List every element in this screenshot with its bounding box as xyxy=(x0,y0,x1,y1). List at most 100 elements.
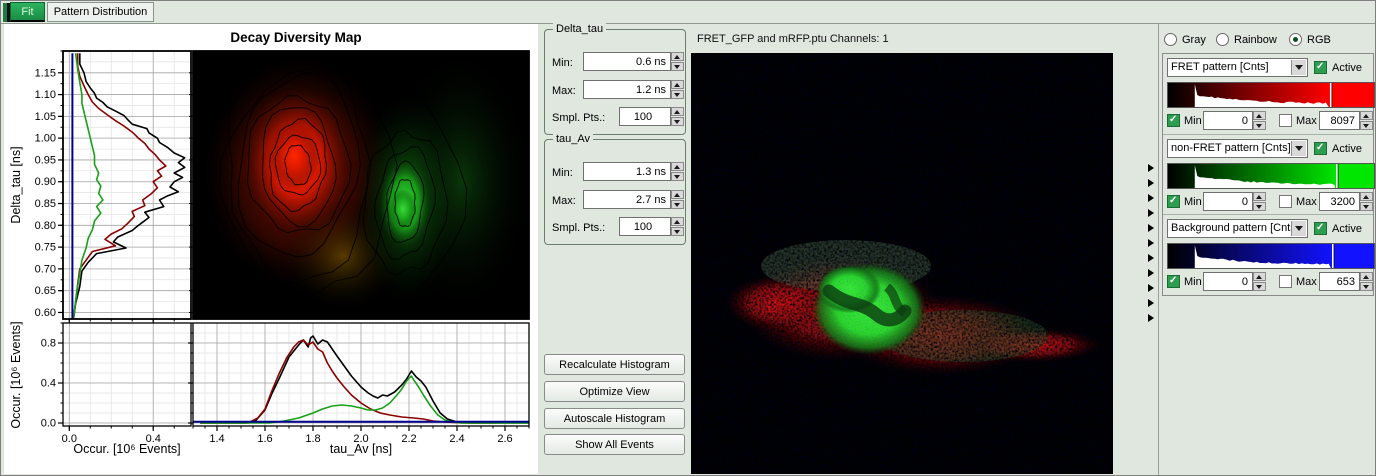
spin-up-icon[interactable] xyxy=(671,52,684,61)
delta-tau-min-spinner[interactable] xyxy=(671,52,684,71)
tau-av-groupbox: tau_Av Min: Max: Smpl. Pts.: xyxy=(544,139,686,245)
expand-arrow-icon[interactable] xyxy=(1148,224,1154,232)
tau-av-min-input[interactable] xyxy=(583,162,671,181)
background-max-spinner[interactable] xyxy=(1360,272,1373,291)
spin-down-icon[interactable] xyxy=(671,200,684,209)
background-min-input[interactable] xyxy=(1203,272,1253,291)
spin-up-icon[interactable] xyxy=(671,190,684,199)
show-all-events-button[interactable]: Show All Events xyxy=(544,434,685,455)
background-max-checkbox[interactable] xyxy=(1279,275,1292,288)
expand-arrow-icon[interactable] xyxy=(1148,194,1154,202)
svg-text:1.05: 1.05 xyxy=(35,111,56,123)
spin-up-icon[interactable] xyxy=(1253,272,1266,281)
non-fret-max-spinner[interactable] xyxy=(1360,192,1373,211)
non-fret-max-input[interactable] xyxy=(1319,192,1360,211)
tab-fit[interactable]: Fit xyxy=(10,2,45,22)
background-max-input[interactable] xyxy=(1319,272,1360,291)
occurrence-empty-plot[interactable]: 0.00.40.80.00.4 xyxy=(41,323,191,445)
spin-up-icon[interactable] xyxy=(1360,272,1373,281)
spin-up-icon[interactable] xyxy=(671,162,684,171)
tau-av-max-spinner[interactable] xyxy=(671,190,684,209)
spin-up-icon[interactable] xyxy=(671,107,684,116)
spin-down-icon[interactable] xyxy=(671,62,684,71)
delta-tau-max-input[interactable] xyxy=(583,80,671,99)
image-title: FRET_GFP and mRFP.ptu Channels: 1 xyxy=(697,33,889,45)
background-min-checkbox[interactable] xyxy=(1167,275,1180,288)
tau-av-min-spinner[interactable] xyxy=(671,162,684,181)
spin-down-icon[interactable] xyxy=(671,227,684,236)
tau-av-smpl-spinner[interactable] xyxy=(671,217,684,236)
background-intensity-histogram[interactable] xyxy=(1167,243,1375,269)
tau-av-histogram-plot[interactable]: 1.41.61.82.02.22.42.6 xyxy=(188,323,529,445)
svg-text:1.15: 1.15 xyxy=(35,67,56,79)
spin-up-icon[interactable] xyxy=(1360,111,1373,120)
non-fret-pattern-dropdown[interactable]: non-FRET pattern [Cnts] xyxy=(1167,139,1308,158)
fret-min-spinner[interactable] xyxy=(1253,111,1266,130)
dropdown-arrow-icon[interactable] xyxy=(1291,60,1306,75)
spin-up-icon[interactable] xyxy=(1253,192,1266,201)
delta-tau-groupbox-title: Delta_tau xyxy=(553,23,606,35)
gray-mode-radio[interactable] xyxy=(1164,33,1177,46)
delta-tau-sample-points-input[interactable] xyxy=(619,107,671,126)
dropdown-arrow-icon[interactable] xyxy=(1291,141,1306,156)
expand-arrow-icon[interactable] xyxy=(1148,239,1154,247)
expand-arrow-icon[interactable] xyxy=(1148,179,1154,187)
spin-down-icon[interactable] xyxy=(1253,121,1266,130)
spin-up-icon[interactable] xyxy=(671,217,684,226)
fret-min-checkbox[interactable] xyxy=(1167,114,1180,127)
expand-arrow-icon[interactable] xyxy=(1148,254,1154,262)
delta-tau-min-input[interactable] xyxy=(583,52,671,71)
background-active-checkbox[interactable] xyxy=(1314,222,1327,235)
decay-diversity-plots[interactable]: Decay Diversity Map Delta_tau [ns] Occur… xyxy=(4,24,538,474)
decay-diversity-contour-map[interactable] xyxy=(189,31,533,319)
spin-down-icon[interactable] xyxy=(1253,282,1266,291)
non-fret-active-checkbox[interactable] xyxy=(1314,142,1327,155)
fret-intensity-histogram[interactable] xyxy=(1167,82,1375,108)
expand-arrow-icon[interactable] xyxy=(1148,284,1154,292)
delta-tau-smpl-spinner[interactable] xyxy=(671,107,684,126)
non-fret-intensity-histogram[interactable] xyxy=(1167,163,1375,189)
autoscale-histogram-button[interactable]: Autoscale Histogram xyxy=(544,408,685,429)
fret-pattern-dropdown[interactable]: FRET pattern [Cnts] xyxy=(1167,58,1308,77)
spin-down-icon[interactable] xyxy=(671,90,684,99)
tab-pattern-distribution[interactable]: Pattern Distribution xyxy=(47,2,154,22)
rgb-mode-radio[interactable] xyxy=(1289,33,1302,46)
expand-arrow-icon[interactable] xyxy=(1148,299,1154,307)
fret-max-label: Max xyxy=(1296,115,1317,127)
spin-down-icon[interactable] xyxy=(671,172,684,181)
non-fret-min-spinner[interactable] xyxy=(1253,192,1266,211)
dropdown-arrow-icon[interactable] xyxy=(1291,221,1306,236)
fret-max-spinner[interactable] xyxy=(1360,111,1373,130)
delta-tau-max-spinner[interactable] xyxy=(671,80,684,99)
non-fret-min-input[interactable] xyxy=(1203,192,1253,211)
non-fret-max-checkbox[interactable] xyxy=(1279,195,1292,208)
non-fret-min-checkbox[interactable] xyxy=(1167,195,1180,208)
spin-down-icon[interactable] xyxy=(671,117,684,126)
spin-down-icon[interactable] xyxy=(1253,202,1266,211)
optimize-view-button[interactable]: Optimize View xyxy=(544,381,685,402)
fret-active-checkbox[interactable] xyxy=(1314,61,1327,74)
fret-max-checkbox[interactable] xyxy=(1279,114,1292,127)
delta-tau-profile-plot[interactable]: 0.600.650.700.750.800.850.900.951.001.05… xyxy=(35,51,191,324)
spin-down-icon[interactable] xyxy=(1360,121,1373,130)
rainbow-mode-radio[interactable] xyxy=(1216,33,1229,46)
image-header: FRET_GFP and mRFP.ptu Channels: 1 xyxy=(691,24,1146,53)
spin-down-icon[interactable] xyxy=(1360,202,1373,211)
tau-av-max-input[interactable] xyxy=(583,190,671,209)
spin-down-icon[interactable] xyxy=(1360,282,1373,291)
background-min-spinner[interactable] xyxy=(1253,272,1266,291)
spin-up-icon[interactable] xyxy=(671,80,684,89)
tau-av-sample-points-input[interactable] xyxy=(619,217,671,236)
expand-arrow-icon[interactable] xyxy=(1148,209,1154,217)
fret-max-input[interactable] xyxy=(1319,111,1360,130)
expand-arrow-icon[interactable] xyxy=(1148,314,1154,322)
fret-min-input[interactable] xyxy=(1203,111,1253,130)
svg-text:1.8: 1.8 xyxy=(305,433,320,445)
expand-arrow-icon[interactable] xyxy=(1148,269,1154,277)
background-pattern-dropdown[interactable]: Background pattern [Cnts] xyxy=(1167,219,1308,238)
expand-arrow-icon[interactable] xyxy=(1148,164,1154,172)
spin-up-icon[interactable] xyxy=(1253,111,1266,120)
spin-up-icon[interactable] xyxy=(1360,192,1373,201)
fret-cell-image[interactable] xyxy=(691,53,1113,474)
recalculate-histogram-button[interactable]: Recalculate Histogram xyxy=(544,354,685,375)
